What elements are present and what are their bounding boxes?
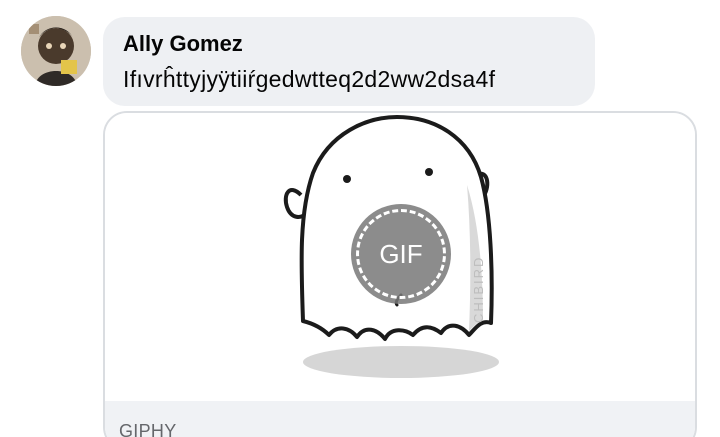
avatar-image: [21, 16, 91, 86]
gif-preview[interactable]: CHIBIRD GIF: [105, 113, 695, 401]
gif-source-label: GIPHY: [119, 421, 177, 437]
gif-badge-label: GIF: [379, 239, 423, 269]
comment-text: Ifıvrĥttyjyÿtiiŕgedwtteq2d2ww2dsa4f: [123, 66, 496, 92]
comment-author[interactable]: Ally Gomez: [123, 31, 243, 57]
gif-footer[interactable]: GIPHY: [105, 401, 695, 437]
comment-thread: Ally Gomez Ifıvrĥttyjyÿtiiŕgedwtteq2d2ww…: [0, 0, 720, 437]
avatar[interactable]: [21, 16, 91, 86]
comment-bubble: Ally Gomez Ifıvrĥttyjyÿtiiŕgedwtteq2d2ww…: [103, 17, 595, 106]
gif-attachment[interactable]: CHIBIRD GIF GIPHY: [103, 111, 697, 437]
gif-play-badge[interactable]: GIF: [351, 204, 451, 304]
watermark-text: CHIBIRD: [471, 256, 486, 323]
